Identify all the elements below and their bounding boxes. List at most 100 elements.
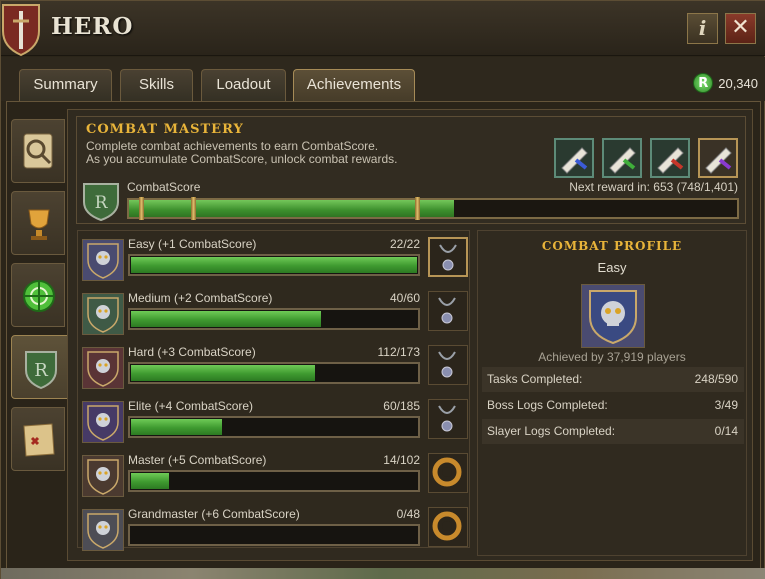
combat-shield-icon: R bbox=[25, 351, 57, 390]
tier-progress-fill bbox=[131, 365, 316, 381]
stat-label: Slayer Logs Completed: bbox=[487, 424, 616, 438]
achieved-by-text: Achieved by 37,919 players bbox=[538, 350, 686, 364]
tier-reward-slot[interactable] bbox=[428, 345, 468, 385]
tab-achievements[interactable]: Achievements bbox=[293, 69, 415, 101]
info-button[interactable]: i bbox=[687, 13, 718, 44]
combatscore-progress-fill bbox=[129, 200, 454, 217]
tier-reward-slot[interactable] bbox=[428, 453, 468, 493]
tier-reward-slot[interactable] bbox=[428, 291, 468, 331]
tier-row[interactable]: Master (+5 CombatScore) 14/102 bbox=[82, 453, 468, 499]
tier-shield-icon bbox=[82, 293, 124, 335]
stat-value: 248/590 bbox=[694, 372, 738, 386]
treasure-map-icon bbox=[23, 423, 55, 457]
tab-skills[interactable]: Skills bbox=[120, 69, 193, 101]
tier-row[interactable]: Elite (+4 CombatScore) 60/185 bbox=[82, 399, 468, 445]
stat-label: Tasks Completed: bbox=[487, 372, 583, 386]
tier-reward-slot[interactable] bbox=[428, 507, 468, 547]
tier-list: Easy (+1 CombatScore) 22/22 Medium (+2 Com… bbox=[77, 230, 470, 551]
side-tab-compass[interactable] bbox=[11, 263, 65, 327]
green-scroll-icon bbox=[609, 147, 636, 174]
tier-name: Elite (+4 CombatScore) bbox=[128, 399, 254, 413]
combat-profile-panel: COMBAT PROFILE Easy Achieved by 37,919 p… bbox=[477, 230, 747, 556]
blue-scroll-icon bbox=[561, 147, 588, 174]
next-reward-text: Next reward in: 653 (748/1,401) bbox=[569, 180, 738, 194]
amulet-icon bbox=[438, 405, 456, 432]
tier-progress-bar bbox=[128, 470, 420, 492]
tier-count: 60/185 bbox=[383, 399, 420, 413]
mastery-desc-line-2: As you accumulate CombatScore, unlock co… bbox=[86, 152, 398, 166]
tier-reward-slot[interactable] bbox=[428, 399, 468, 439]
tier-skull-shield-icon bbox=[581, 284, 645, 348]
game-world-strip bbox=[1, 568, 765, 579]
title-bar: HERO i ✕ bbox=[1, 1, 765, 57]
svg-text:R: R bbox=[34, 360, 48, 381]
milestone-marker bbox=[139, 197, 144, 220]
tier-row[interactable]: Medium (+2 CombatScore) 40/60 bbox=[82, 291, 468, 337]
amulet-icon bbox=[438, 297, 456, 324]
combatscore-progress-bar bbox=[127, 197, 739, 220]
tier-row[interactable]: Easy (+1 CombatScore) 22/22 bbox=[82, 237, 468, 283]
svg-text:R: R bbox=[95, 193, 109, 213]
tier-row[interactable]: Grandmaster (+6 CombatScore) 0/48 bbox=[82, 507, 468, 553]
close-button[interactable]: ✕ bbox=[725, 13, 756, 44]
mastery-description: Complete combat achievements to earn Com… bbox=[86, 140, 397, 166]
tier-name: Master (+5 CombatScore) bbox=[128, 453, 267, 467]
profile-tier-name: Easy bbox=[597, 260, 627, 275]
reward-scroll-purple[interactable] bbox=[698, 138, 738, 178]
milestone-marker bbox=[191, 197, 196, 220]
stat-row-slayer-logs: Slayer Logs Completed: 0/14 bbox=[482, 419, 744, 444]
trophy-icon bbox=[28, 209, 50, 240]
tab-loadout[interactable]: Loadout bbox=[201, 69, 286, 101]
side-tab-overview[interactable] bbox=[11, 119, 65, 183]
tier-progress-fill bbox=[131, 473, 169, 489]
tier-progress-bar bbox=[128, 416, 420, 438]
tier-progress-bar bbox=[128, 524, 420, 546]
tier-shield-icon bbox=[82, 455, 124, 497]
tier-progress-fill bbox=[131, 419, 223, 435]
tier-row[interactable]: Hard (+3 CombatScore) 112/173 bbox=[82, 345, 468, 391]
side-tab-combat[interactable]: R bbox=[11, 335, 69, 399]
reward-scroll-blue[interactable] bbox=[554, 138, 594, 178]
tier-name: Grandmaster (+6 CombatScore) bbox=[128, 507, 300, 521]
amulet-icon bbox=[439, 244, 457, 271]
tab-summary[interactable]: Summary bbox=[19, 69, 112, 101]
tier-count: 40/60 bbox=[389, 291, 420, 305]
tier-shield-icon bbox=[82, 239, 124, 281]
stat-row-tasks: Tasks Completed: 248/590 bbox=[482, 367, 744, 392]
tier-progress-bar bbox=[128, 362, 420, 384]
currency-display: R 20,340 bbox=[693, 73, 758, 93]
ring-icon bbox=[432, 511, 462, 541]
stat-value: 3/49 bbox=[714, 398, 738, 412]
hero-shield-emblem-icon bbox=[1, 4, 40, 57]
stat-label: Boss Logs Completed: bbox=[487, 398, 608, 412]
red-scroll-icon bbox=[657, 147, 684, 174]
tier-progress-fill bbox=[131, 311, 321, 327]
currency-amount: 20,340 bbox=[718, 75, 758, 91]
tier-name: Hard (+3 CombatScore) bbox=[128, 345, 256, 359]
combatscore-label: CombatScore bbox=[127, 180, 201, 194]
tier-name: Medium (+2 CombatScore) bbox=[128, 291, 273, 305]
tier-progress-bar bbox=[128, 308, 420, 330]
tier-shield-icon bbox=[82, 401, 124, 443]
window-title: HERO bbox=[51, 13, 134, 40]
mastery-title: COMBAT MASTERY bbox=[86, 122, 244, 137]
profile-title: COMBAT PROFILE bbox=[541, 239, 683, 253]
reward-scroll-red[interactable] bbox=[650, 138, 690, 178]
green-compass-icon bbox=[23, 280, 55, 312]
combatscore-shield-icon: R bbox=[83, 183, 119, 222]
tier-reward-slot[interactable] bbox=[428, 237, 468, 277]
side-tab-map[interactable] bbox=[11, 407, 65, 471]
tier-name: Easy (+1 CombatScore) bbox=[128, 237, 257, 251]
tier-count: 112/173 bbox=[377, 345, 421, 359]
rune-coin-icon: R bbox=[693, 73, 714, 93]
tier-progress-bar bbox=[128, 254, 420, 276]
magnifier-scroll-icon bbox=[23, 133, 53, 169]
tier-count: 0/48 bbox=[396, 507, 420, 521]
combat-mastery-section: COMBAT MASTERY Complete combat achieveme… bbox=[76, 116, 746, 224]
hero-window: HERO i ✕ Summary Skills Loadout Achievem… bbox=[0, 0, 765, 579]
purple-scroll-icon bbox=[705, 147, 732, 174]
side-tab-trophies[interactable] bbox=[11, 191, 65, 255]
tier-progress-fill bbox=[131, 257, 417, 273]
tier-count: 14/102 bbox=[383, 453, 420, 467]
reward-scroll-green[interactable] bbox=[602, 138, 642, 178]
